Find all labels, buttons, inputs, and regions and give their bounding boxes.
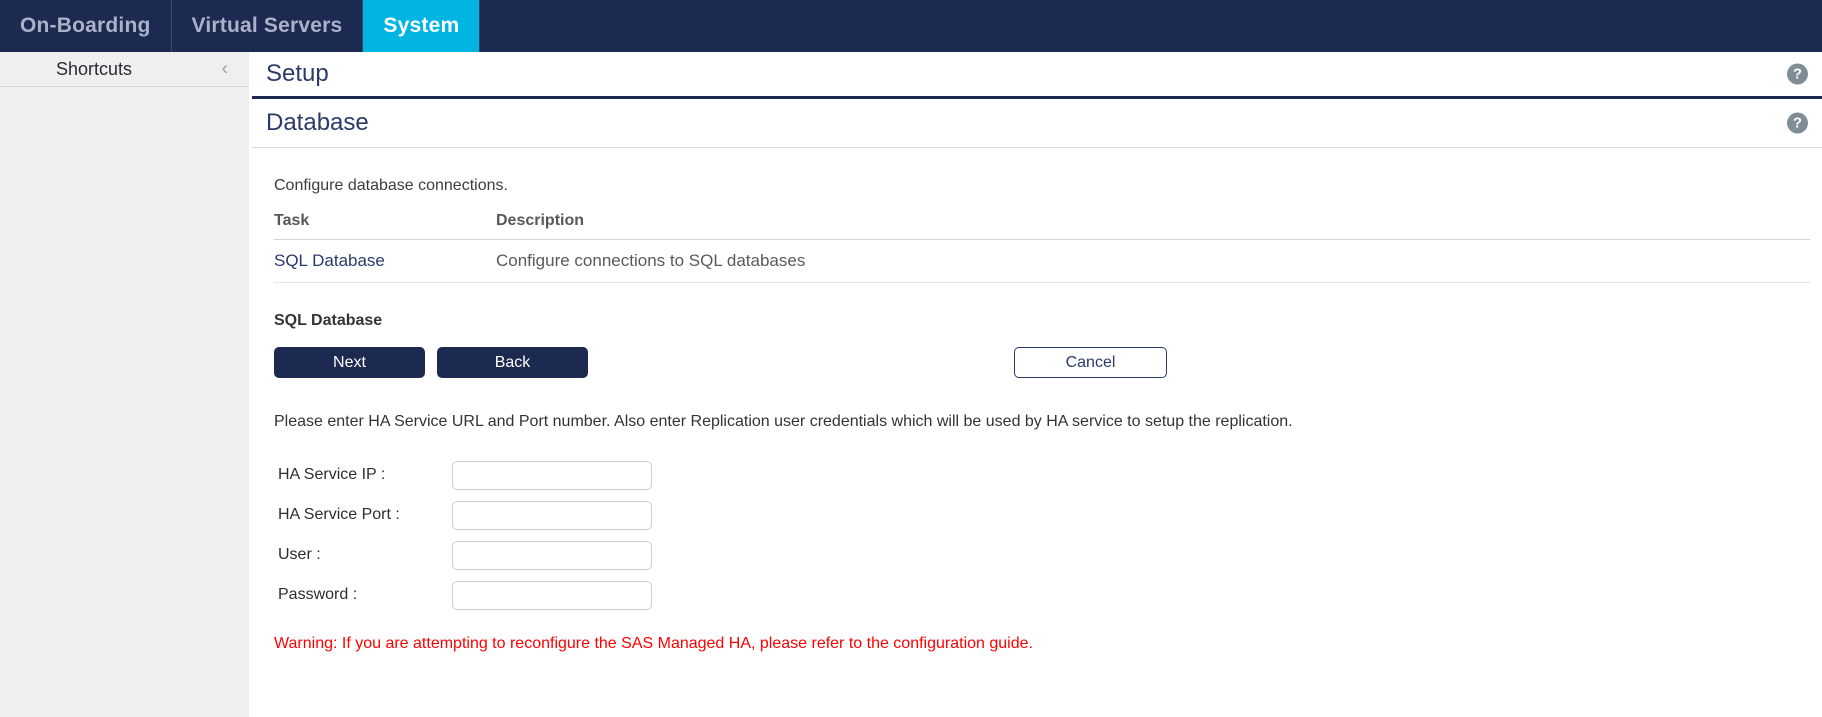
form-row-user: User : — [274, 535, 1800, 575]
cancel-button[interactable]: Cancel — [1014, 347, 1167, 378]
column-header-task: Task — [274, 212, 496, 240]
ha-service-port-input[interactable] — [452, 500, 652, 530]
shortcuts-sidebar: Shortcuts ‹ — [0, 52, 249, 717]
next-button[interactable]: Next — [274, 347, 425, 378]
task-link-sql-database[interactable]: SQL Database — [274, 239, 496, 283]
column-header-description: Description — [496, 212, 1810, 240]
ha-service-ip-input[interactable] — [452, 460, 652, 490]
label-password: Password : — [278, 586, 358, 603]
nav-tab-on-boarding[interactable]: On-Boarding — [0, 0, 172, 52]
form-row-password: Password : — [274, 575, 1800, 615]
password-input[interactable] — [452, 580, 652, 610]
nav-tab-virtual-servers[interactable]: Virtual Servers — [172, 0, 364, 52]
page-title: Setup — [266, 60, 329, 87]
help-icon-setup[interactable]: ? — [1787, 63, 1808, 85]
table-header-row: Task Description — [274, 212, 1810, 240]
warning-text: Warning: If you are attempting to reconf… — [274, 635, 1033, 652]
nav-tab-system[interactable]: System — [363, 0, 481, 52]
button-row: Next Back Cancel — [274, 347, 1800, 378]
chevron-left-icon[interactable]: ‹ — [222, 60, 228, 79]
ha-service-form: HA Service IP : HA Service Port : User :… — [274, 455, 1800, 615]
task-description: Configure connections to SQL databases — [496, 239, 1810, 283]
help-icon-database[interactable]: ? — [1787, 112, 1808, 134]
nav-tab-label: On-Boarding — [20, 14, 151, 37]
user-input[interactable] — [452, 540, 652, 570]
instruction-text: Please enter HA Service URL and Port num… — [274, 413, 1293, 430]
form-row-ha-service-port: HA Service Port : — [274, 495, 1800, 535]
sidebar-header: Shortcuts ‹ — [0, 52, 249, 87]
sidebar-title: Shortcuts — [56, 58, 133, 79]
label-ha-service-port: HA Service Port : — [278, 506, 400, 523]
page-header-setup: Setup ? — [252, 52, 1822, 99]
nav-tab-label: System — [383, 14, 460, 37]
main-content: Setup ? Database ? Configure database co… — [252, 52, 1822, 717]
intro-text: Configure database connections. — [274, 177, 508, 194]
section-header-database: Database ? — [252, 99, 1822, 148]
nav-tab-label: Virtual Servers — [191, 14, 343, 37]
label-user: User : — [278, 546, 321, 563]
label-ha-service-ip: HA Service IP : — [278, 466, 386, 483]
table-row[interactable]: SQL Database Configure connections to SQ… — [274, 239, 1810, 283]
back-button[interactable]: Back — [437, 347, 588, 378]
task-table: Task Description SQL Database Configure … — [274, 212, 1810, 283]
subsection-title: SQL Database — [274, 312, 383, 329]
top-navigation-bar: On-Boarding Virtual Servers System — [0, 0, 1822, 52]
section-title: Database — [266, 109, 369, 136]
form-row-ha-service-ip: HA Service IP : — [274, 455, 1800, 495]
